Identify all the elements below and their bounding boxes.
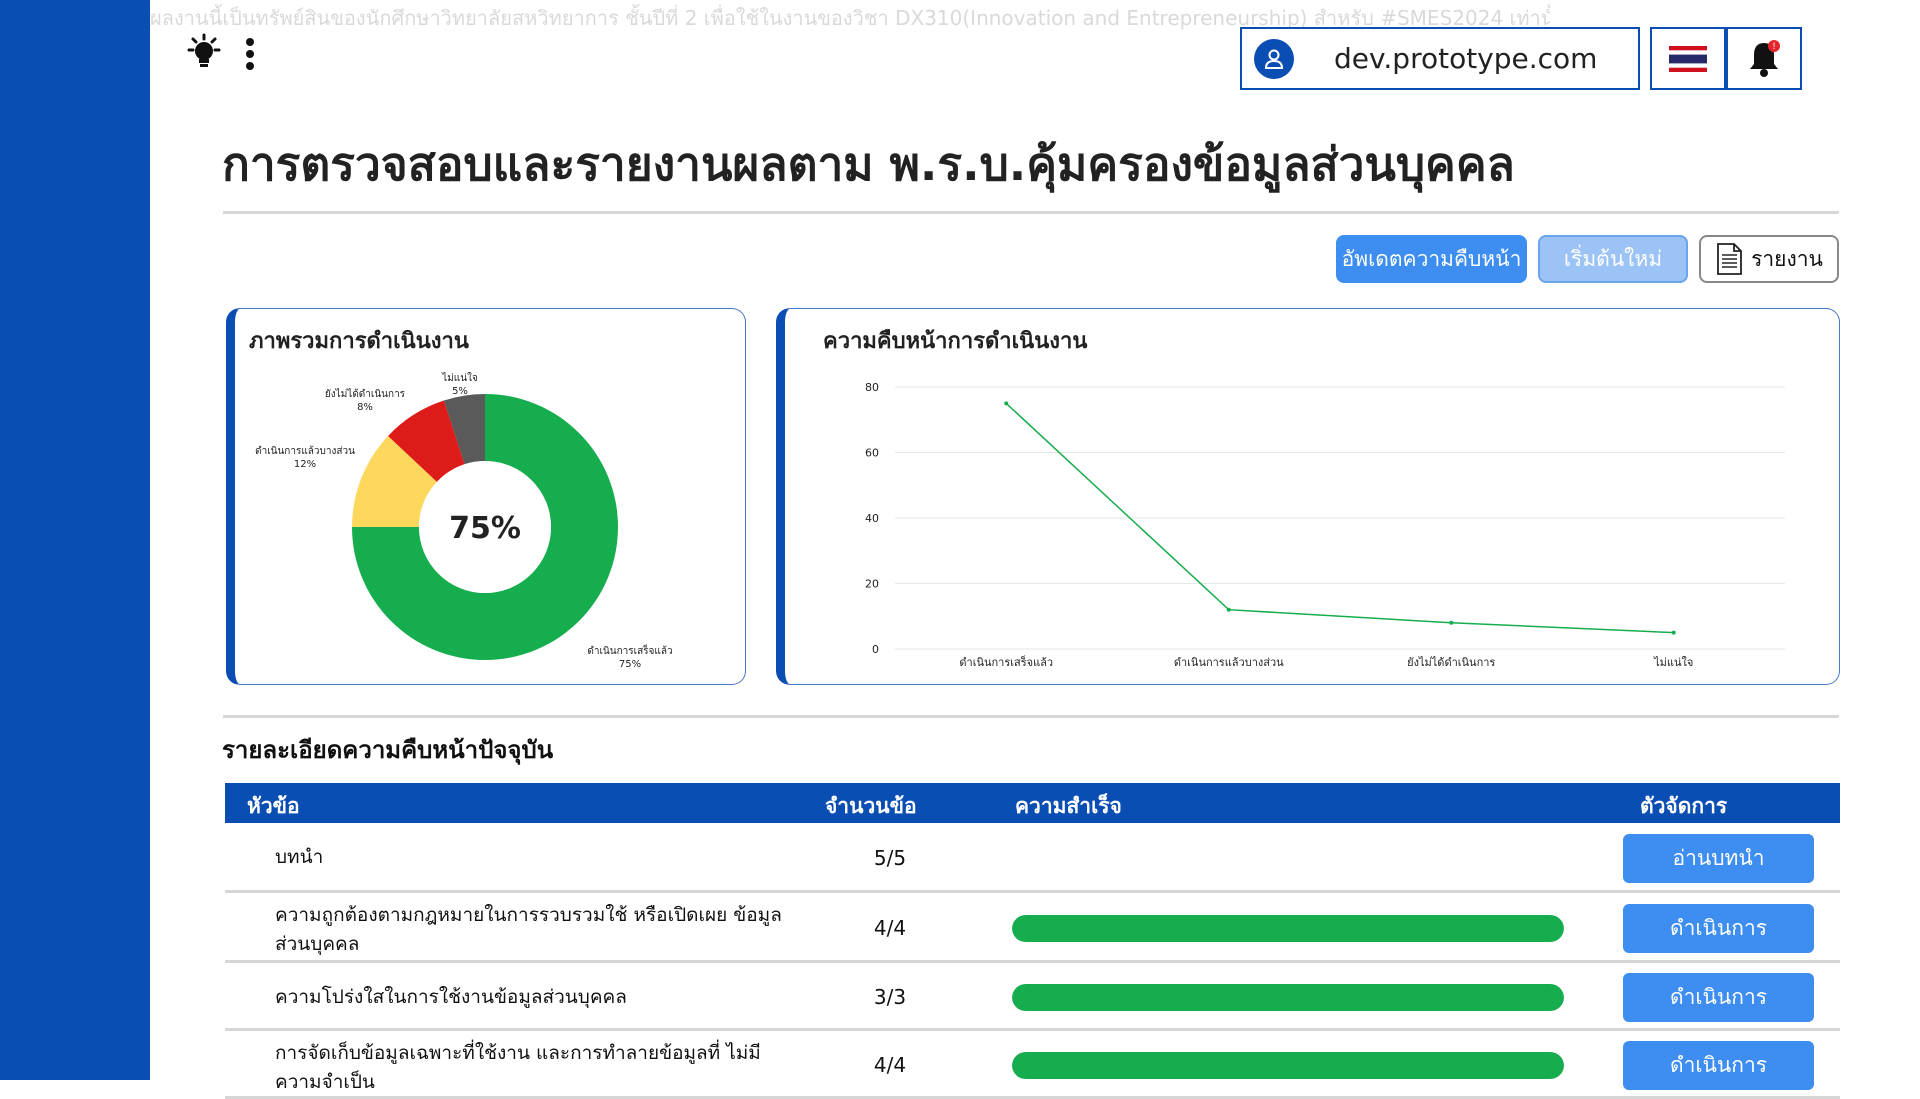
row-topic: การจัดเก็บข้อมูลเฉพาะที่ใช้งาน และการทำล…: [275, 1042, 761, 1093]
row-count: 4/4: [873, 916, 907, 940]
donut-slice-value: 75%: [619, 659, 641, 670]
row-progress-bar: [1012, 915, 1564, 942]
line-point: [1226, 607, 1231, 612]
row-progress-fill: [1012, 984, 1564, 1011]
perform-action-button[interactable]: ดำเนินการ: [1623, 973, 1814, 1022]
donut-slice-value: 8%: [357, 402, 373, 413]
y-tick-label: 0: [872, 643, 879, 656]
x-tick-label: ไม่แน่ใจ: [1653, 656, 1693, 669]
bell-icon: !: [1750, 39, 1780, 77]
donut-slice-label: ไม่แน่ใจ: [441, 372, 478, 384]
line-point: [1671, 630, 1676, 635]
read-intro-button[interactable]: อ่านบทนำ: [1623, 834, 1814, 883]
kebab-menu-icon[interactable]: [240, 34, 260, 74]
document-icon: [1717, 243, 1743, 275]
y-tick-label: 40: [865, 512, 879, 525]
sidebar: [0, 0, 150, 1080]
progress-line-chart: 0 20 40 60 80 ดำเนินการเสร็จแล้ว ดำเนินการแล้ว…: [865, 381, 1785, 669]
x-tick-label: ดำเนินการเสร็จแล้ว: [959, 655, 1053, 669]
lightbulb-icon[interactable]: [183, 32, 225, 74]
row-progress-fill: [1012, 915, 1564, 942]
table-header: หัวข้อ จำนวนข้อ ความสำเร็จ ตัวจัดการ: [225, 783, 1840, 823]
col-count: จำนวนข้อ: [825, 794, 917, 818]
row-topic: บทนำ: [275, 846, 324, 868]
url-profile-box[interactable]: dev.prototype.com: [1240, 27, 1640, 90]
donut-slice-value: 5%: [452, 386, 468, 397]
line-point: [1004, 401, 1009, 406]
progress-card: ความคืบหน้าการดำเนินงาน 0 20 40 60 80 ดำเนินก…: [776, 308, 1840, 685]
col-success: ความสำเร็จ: [1015, 794, 1122, 818]
y-tick-label: 20: [865, 578, 879, 591]
line-point: [1449, 620, 1454, 625]
x-tick-label: ยังไม่ได้ดำเนินการ: [1407, 656, 1495, 669]
report-button[interactable]: รายงาน: [1699, 235, 1839, 283]
row-count: 4/4: [873, 1053, 907, 1077]
section-divider: [223, 715, 1839, 718]
donut-slice-label: ดำเนินการแล้วบางส่วน: [255, 445, 355, 457]
notification-badge: !: [1772, 42, 1776, 52]
url-text: dev.prototype.com: [1334, 42, 1598, 75]
overview-donut-chart: ดำเนินการเสร็จแล้ว 75% ดำเนินการแล้วบางส่ว…: [255, 372, 673, 670]
row-progress-fill: [1012, 1052, 1564, 1079]
donut-slice-label: ยังไม่ได้ดำเนินการ: [325, 388, 406, 400]
donut-center-label: 75%: [449, 511, 521, 546]
user-icon: [1254, 38, 1294, 79]
perform-action-button[interactable]: ดำเนินการ: [1623, 904, 1814, 953]
table-body: บทนำ 5/5 อ่านบทนำความถูกต้องตามกฎหมายในการ…: [225, 823, 1840, 1099]
thai-flag-icon: [1669, 45, 1707, 72]
y-tick-label: 60: [865, 447, 879, 460]
table-row: การจัดเก็บข้อมูลเฉพาะที่ใช้งาน และการทำล…: [225, 1031, 1840, 1099]
row-progress-bar: [1012, 984, 1564, 1011]
table-row: ความโปร่งใสในการใช้งานข้อมูลส่วนบุคคล 3/3…: [225, 963, 1840, 1031]
report-label: รายงาน: [1751, 246, 1823, 271]
row-count: 3/3: [873, 985, 907, 1009]
progress-table: หัวข้อ จำนวนข้อ ความสำเร็จ ตัวจัดการ บทน…: [225, 783, 1840, 1099]
page-title: การตรวจสอบและรายงานผลตาม พ.ร.บ.คุ้มครองข…: [222, 137, 1515, 191]
update-progress-button[interactable]: อัพเดตความคืบหน้า: [1336, 235, 1527, 283]
title-divider: [223, 211, 1839, 214]
row-topic: ความถูกต้องตามกฎหมายในการรวบรวมใช้ หรือเ…: [275, 904, 782, 955]
x-tick-label: ดำเนินการแล้วบางส่วน: [1174, 656, 1284, 669]
donut-slice-value: 12%: [294, 459, 316, 470]
row-topic: ความโปร่งใสในการใช้งานข้อมูลส่วนบุคคล: [275, 986, 627, 1008]
details-title: รายละเอียดความคืบหน้าปัจจุบัน: [222, 736, 554, 764]
table-row: บทนำ 5/5 อ่านบทนำ: [225, 823, 1840, 893]
language-button[interactable]: [1650, 27, 1726, 90]
notification-button[interactable]: !: [1726, 27, 1802, 90]
col-actions: ตัวจัดการ: [1640, 794, 1728, 818]
perform-action-button[interactable]: ดำเนินการ: [1623, 1041, 1814, 1090]
col-topic: หัวข้อ: [247, 794, 300, 818]
row-count: 5/5: [873, 846, 907, 870]
overview-card: ภาพรวมการดำเนินงาน ดำเนินการเสร็จแล้ว 75%…: [226, 308, 746, 685]
reset-button[interactable]: เริ่มต้นใหม่: [1538, 235, 1688, 283]
donut-slice-label: ดำเนินการเสร็จแล้ว: [587, 643, 672, 657]
y-tick-label: 80: [865, 381, 879, 394]
row-progress-bar: [1012, 1052, 1564, 1079]
table-row: ความถูกต้องตามกฎหมายในการรวบรวมใช้ หรือเ…: [225, 893, 1840, 963]
